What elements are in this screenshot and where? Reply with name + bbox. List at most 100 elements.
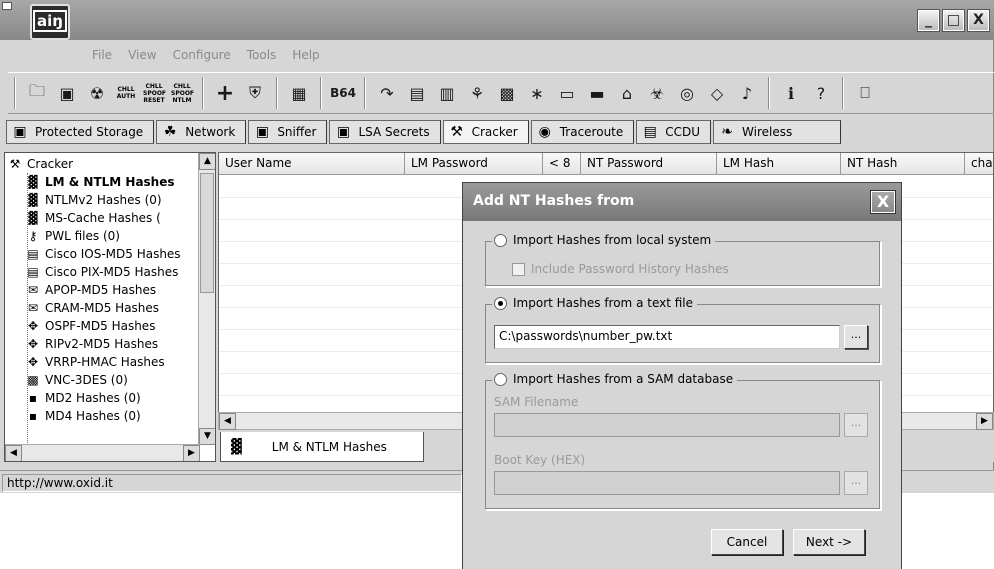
scroll-left-icon[interactable]: ◀ [219, 413, 236, 430]
close-button[interactable]: X [967, 9, 990, 32]
disk-icon[interactable]: ▬ [585, 81, 609, 105]
shield-icon[interactable]: ⛨ [243, 81, 267, 105]
radiation-icon[interactable]: ☢ [85, 81, 109, 105]
tab-sniffer[interactable]: ▣ Sniffer [248, 120, 328, 144]
cisco-icon[interactable]: ⌂ [615, 81, 639, 105]
tree-item-vnc[interactable]: ▩ VNC-3DES (0) [25, 371, 127, 389]
dialog-close-button[interactable]: X [870, 190, 896, 214]
tree-root-cracker[interactable]: ⚒ Cracker [7, 155, 74, 173]
option-text-file[interactable]: Import Hashes from a text file [492, 296, 698, 310]
help-icon[interactable]: ? [809, 81, 833, 105]
radio-sam-database[interactable] [494, 372, 507, 386]
hash2-icon[interactable]: ▥ [435, 81, 459, 105]
compact-disc-icon[interactable]: ◎ [675, 81, 699, 105]
tree-item-cisco-ios[interactable]: ▤ Cisco IOS-MD5 Hashes [25, 245, 180, 263]
tree-item-apop[interactable]: ✉ APOP-MD5 Hashes [25, 281, 156, 299]
tree-item-cram[interactable]: ✉ CRAM-MD5 Hashes [25, 299, 159, 317]
tab-wireless[interactable]: ❧ Wireless [713, 120, 842, 144]
column-nt-password[interactable]: NT Password [581, 153, 717, 175]
tree-vertical-scrollbar[interactable]: ▲ ▼ [198, 153, 215, 445]
tree-item-lm-ntlm[interactable]: ▓ LM & NTLM Hashes [25, 173, 174, 191]
scroll-right-icon[interactable]: ▶ [976, 413, 993, 430]
column-lt8[interactable]: < 8 [543, 153, 581, 175]
scroll-left-icon[interactable]: ◀ [5, 445, 22, 461]
challenge-spoof-reset-icon[interactable]: CHLL SPOOF RESET [143, 83, 166, 104]
cancel-button[interactable]: Cancel [711, 529, 783, 555]
folder-icon[interactable]: 🗀 [25, 81, 49, 105]
bottom-tab-label: LM & NTLM Hashes [271, 439, 387, 454]
tree-item-ripv2[interactable]: ✥ RIPv2-MD5 Hashes [25, 335, 158, 353]
route-icon: ✥ [27, 355, 39, 369]
option-sam-database[interactable]: Import Hashes from a SAM database [492, 372, 738, 386]
menu-help[interactable]: Help [290, 48, 321, 66]
tree-item-md2[interactable]: ▪ MD2 Hashes (0) [25, 389, 141, 407]
menu-file[interactable]: File [90, 48, 114, 66]
challenge-auth-icon[interactable]: CHLL AUTH [115, 86, 137, 100]
tab-lsa-secrets[interactable]: ▣ LSA Secrets [329, 120, 441, 144]
sound-icon[interactable]: ♪ [735, 81, 759, 105]
minimize-button[interactable]: _ [917, 9, 940, 32]
hash-icon[interactable]: ▤ [405, 81, 429, 105]
tree-item-cisco-pix[interactable]: ▤ Cisco PIX-MD5 Hashes [25, 263, 178, 281]
biohazard-icon[interactable]: ☣ [645, 81, 669, 105]
toolbar-separator [202, 77, 204, 109]
column-lm-password[interactable]: LM Password [405, 153, 543, 175]
scroll-up-icon[interactable]: ▲ [199, 153, 215, 170]
router-icon[interactable]: ⚘ [465, 81, 489, 105]
toolbar-separator [768, 77, 770, 109]
lock-icon[interactable]: ⎕ [853, 81, 877, 105]
scroll-right-icon[interactable]: ▶ [183, 445, 200, 461]
tab-traceroute[interactable]: ◉ Traceroute [530, 120, 635, 144]
next-button[interactable]: Next -> [793, 529, 865, 555]
challenge-spoof-ntlm-icon[interactable]: CHLL SPOOF NTLM [171, 83, 194, 104]
tree-item-pwl[interactable]: ⚷ PWL files (0) [25, 227, 120, 245]
column-nt-hash[interactable]: NT Hash [841, 153, 965, 175]
menu-tools[interactable]: Tools [245, 48, 279, 66]
card-icon[interactable]: ▭ [555, 81, 579, 105]
option-local-system[interactable]: Import Hashes from local system [492, 233, 716, 247]
system-menu-icon[interactable] [2, 2, 12, 10]
network-card-icon[interactable]: ▣ [55, 81, 79, 105]
ccdu-icon: ▤ [643, 124, 657, 140]
tree-item-mscache[interactable]: ▓ MS-Cache Hashes ( [25, 209, 160, 227]
wireless-icon[interactable]: ◇ [705, 81, 729, 105]
wireless-icon: ❧ [721, 124, 733, 140]
column-challenge[interactable]: cha [965, 153, 993, 175]
option-label: Import Hashes from local system [513, 233, 712, 247]
plus-icon[interactable]: + [213, 81, 237, 106]
tree-item-md4[interactable]: ▪ MD4 Hashes (0) [25, 407, 141, 425]
tree-horizontal-scrollbar[interactable]: ◀ ▶ [5, 444, 200, 461]
sniffer-icon: ▣ [255, 124, 269, 140]
route-icon[interactable]: ↷ [375, 81, 399, 105]
menu-view[interactable]: View [126, 48, 158, 66]
tree-item-ospf[interactable]: ✥ OSPF-MD5 Hashes [25, 317, 155, 335]
base64-icon[interactable]: B64 [330, 81, 356, 105]
browse-text-file-button[interactable]: ... [844, 325, 868, 349]
radio-local-system[interactable] [494, 233, 507, 247]
column-user-name[interactable]: User Name [219, 153, 405, 175]
tab-label: Network [185, 125, 236, 139]
menu-configure[interactable]: Configure [171, 48, 233, 66]
bottom-tab-lm-ntlm[interactable]: ▓ LM & NTLM Hashes [220, 432, 424, 462]
tab-label: Wireless [742, 125, 793, 139]
scroll-down-icon[interactable]: ▼ [199, 428, 215, 445]
grid-icon[interactable]: ▦ [287, 81, 311, 105]
tab-label: LSA Secrets [358, 125, 430, 139]
vnc-icon[interactable]: ▩ [495, 81, 519, 105]
tab-network[interactable]: ☘ Network [156, 120, 247, 144]
tree-item-ntlmv2[interactable]: ▓ NTLMv2 Hashes (0) [25, 191, 161, 209]
column-lm-hash[interactable]: LM Hash [717, 153, 841, 175]
tab-protected-storage[interactable]: ▣ Protected Storage [6, 120, 155, 144]
tree-label: APOP-MD5 Hashes [45, 283, 157, 297]
info-icon[interactable]: ℹ [779, 81, 803, 105]
key-icon: ⚷ [28, 229, 38, 243]
tab-ccdu[interactable]: ▤ CCDU [636, 120, 712, 144]
scroll-thumb[interactable] [200, 173, 214, 293]
tab-label: Sniffer [277, 125, 317, 139]
maximize-button[interactable]: □ [942, 9, 965, 32]
radio-text-file[interactable] [494, 296, 507, 310]
tab-cracker[interactable]: ⚒ Cracker [442, 120, 529, 144]
password-icon[interactable]: ∗ [525, 81, 549, 105]
tree-item-vrrp[interactable]: ✥ VRRP-HMAC Hashes [25, 353, 165, 371]
text-file-path-input[interactable]: C:\passwords\number_pw.txt [494, 325, 840, 349]
